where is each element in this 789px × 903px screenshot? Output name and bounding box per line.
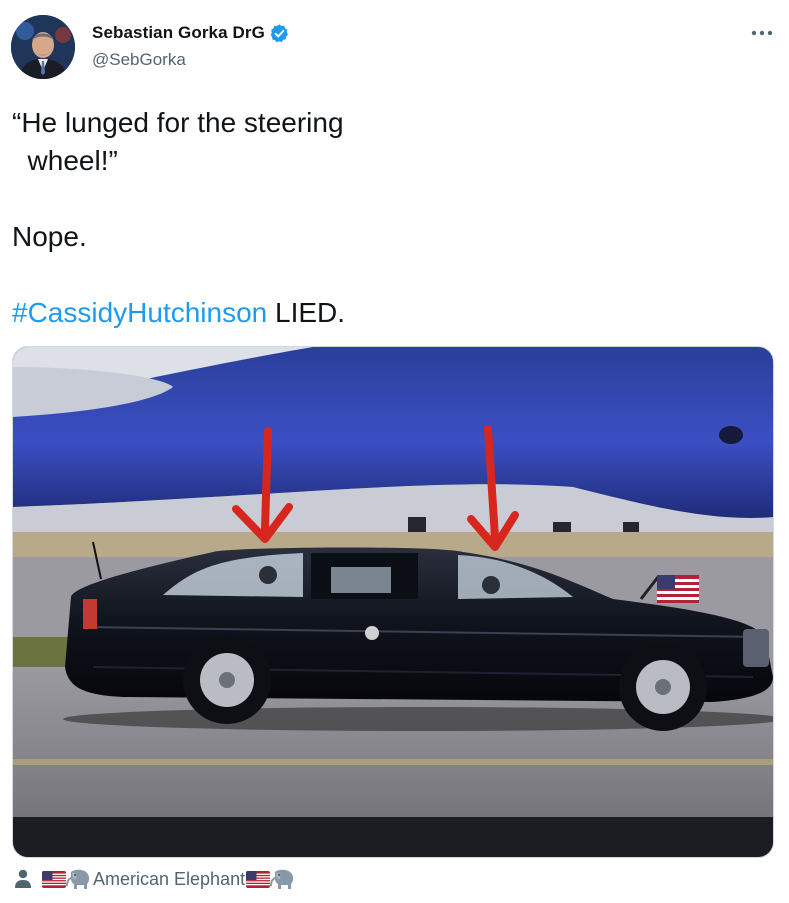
more-options-button[interactable] <box>748 22 776 44</box>
user-name-row[interactable]: Sebastian Gorka DrG <box>92 22 290 44</box>
tweet-line-4-rest: LIED. <box>267 297 346 328</box>
us-flag-icon <box>42 870 66 888</box>
tweet: Sebastian Gorka DrG @SebGorka “He lunged… <box>0 0 789 903</box>
tweet-line-2: wheel!” <box>12 145 118 176</box>
elephant-icon <box>66 869 90 889</box>
tagged-user-name[interactable]: American Elephant <box>93 869 245 890</box>
tweet-line-1: “He lunged for the steering <box>12 107 344 138</box>
avatar[interactable] <box>11 15 75 79</box>
limousine-photo <box>13 347 773 857</box>
person-icon <box>15 869 31 888</box>
verified-badge-icon <box>270 23 288 42</box>
elephant-icon <box>270 869 294 889</box>
us-flag-icon <box>246 870 271 888</box>
user-handle[interactable]: @SebGorka <box>92 50 186 70</box>
tweet-media[interactable] <box>12 346 774 858</box>
tweet-line-4: #CassidyHutchinson LIED. <box>12 294 345 332</box>
tagged-users[interactable]: American Elephant <box>14 866 296 892</box>
more-horizontal-icon <box>751 30 773 36</box>
avatar-image <box>11 15 75 79</box>
display-name[interactable]: Sebastian Gorka DrG <box>92 23 265 43</box>
tweet-line-3: Nope. <box>12 221 87 252</box>
hashtag-link[interactable]: #CassidyHutchinson <box>12 297 267 328</box>
